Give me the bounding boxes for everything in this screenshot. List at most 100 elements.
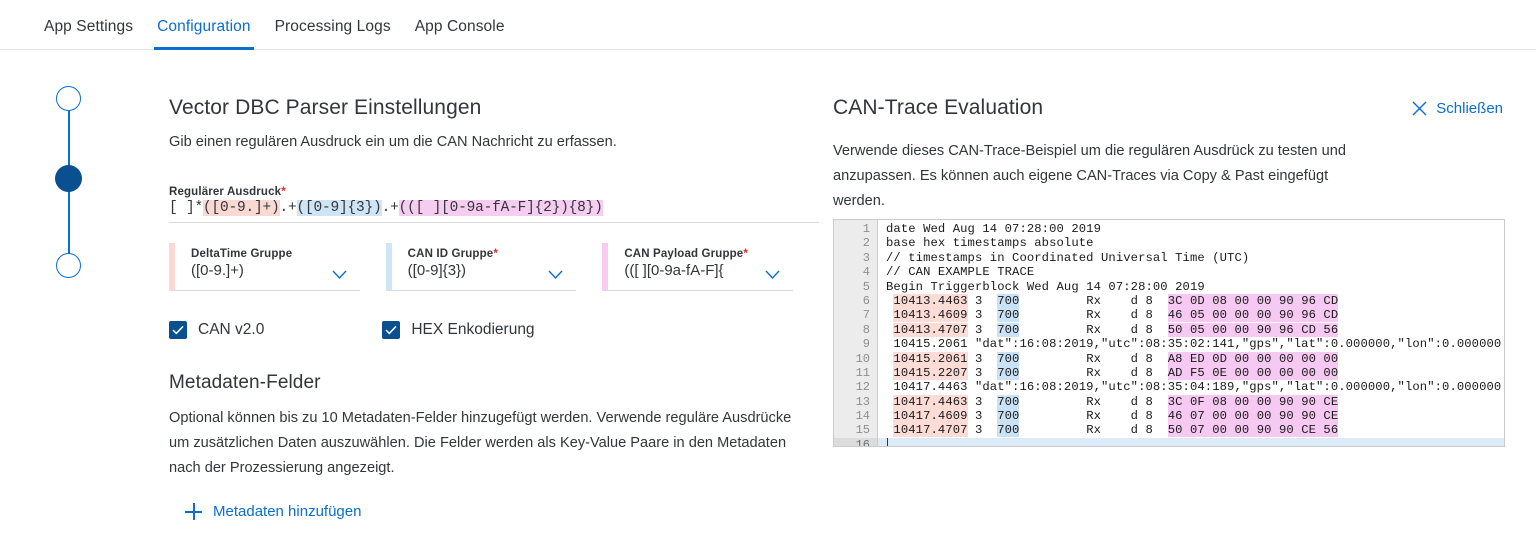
line-number: 12 bbox=[855, 380, 870, 395]
add-metadata-button[interactable]: Metadaten hinzufügen bbox=[185, 503, 819, 520]
code-line[interactable]: 10413.4707 3 700 Rx d 8 50 05 00 00 90 9… bbox=[878, 322, 1504, 337]
close-icon bbox=[1412, 101, 1427, 116]
code-line[interactable]: 10413.4609 3 700 Rx d 8 46 05 00 00 00 9… bbox=[878, 308, 1504, 323]
line-number: 13 bbox=[855, 394, 870, 409]
line-number: 7 bbox=[862, 308, 870, 323]
regex-field: Regulärer Ausdruck* [ ]*([0-9.]+).+([0-9… bbox=[169, 186, 819, 223]
code-line[interactable]: 10417.4463 "dat":16:08:2019,"utc":08:35:… bbox=[878, 380, 1504, 394]
match-group-1-timestamp: 10415.2207 bbox=[893, 365, 968, 380]
line-channel: 3 bbox=[967, 308, 998, 323]
tab-configuration[interactable]: Configuration bbox=[145, 18, 263, 50]
dropdown-value: (([ ][0-9a-fA-F]{ bbox=[624, 262, 724, 279]
can-trace-title: CAN-Trace Evaluation bbox=[833, 96, 1044, 119]
line-direction-dlc: Rx d 8 bbox=[1019, 351, 1168, 366]
text-cursor bbox=[887, 437, 888, 446]
dropdown-label: CAN ID Gruppe* bbox=[407, 248, 498, 260]
stepper-step-2-active[interactable] bbox=[55, 165, 82, 192]
can-trace-editor[interactable]: 1 2 3 4 5 6 7 8 9 10 11 12 13 14 15 16 date Wed Aug 14 … bbox=[833, 219, 1505, 447]
code-line[interactable]: 10415.2061 3 700 Rx d 8 A8 ED 0D 00 00 0… bbox=[878, 351, 1504, 366]
panel-title: Vector DBC Parser Einstellungen bbox=[169, 96, 482, 119]
code-line[interactable]: 10415.2207 3 700 Rx d 8 AD F5 0E 00 00 0… bbox=[878, 365, 1504, 380]
close-label: Schließen bbox=[1436, 100, 1503, 117]
code-line[interactable]: 10415.2061 "dat":16:08:2019,"utc":08:35:… bbox=[878, 337, 1504, 351]
required-marker: * bbox=[281, 186, 286, 198]
add-metadata-label: Metadaten hinzufügen bbox=[213, 503, 362, 520]
code-line[interactable]: 10417.4609 3 700 Rx d 8 46 07 00 00 00 9… bbox=[878, 409, 1504, 424]
regex-group-3: (([ ][0-9a-fA-F]{2}){8}) bbox=[398, 200, 603, 216]
can-trace-description: Verwende dieses CAN-Trace-Beispiel um di… bbox=[833, 143, 1346, 209]
plus-icon bbox=[185, 503, 202, 520]
line-number: 6 bbox=[862, 293, 870, 308]
dropdown-1[interactable]: DeltaTime Gruppe ([0-9.]+) bbox=[169, 243, 360, 291]
match-group-1-timestamp: 10413.4707 bbox=[893, 322, 968, 337]
line-number: 1 bbox=[862, 222, 870, 236]
line-channel: 3 bbox=[967, 322, 998, 337]
code-line[interactable]: 10413.4463 3 700 Rx d 8 3C 0D 08 00 00 9… bbox=[878, 293, 1504, 308]
match-group-3-payload: 50 05 00 00 90 96 CD 56 bbox=[1167, 322, 1339, 337]
dropdown-3[interactable]: CAN Payload Gruppe* (([ ][0-9a-fA-F]{ bbox=[602, 243, 794, 291]
code-line[interactable]: // CAN EXAMPLE TRACE bbox=[878, 265, 1504, 279]
match-group-1-timestamp: 10417.4609 bbox=[893, 409, 968, 424]
code-line[interactable]: 10417.4707 3 700 Rx d 8 50 07 00 00 90 9… bbox=[878, 423, 1504, 438]
check-icon bbox=[172, 325, 184, 335]
metadata-description: Optional können bis zu 10 Metadaten-Feld… bbox=[169, 410, 792, 476]
checkbox-hex-enkodierung[interactable]: HEX Enkodierung bbox=[382, 321, 535, 339]
parser-settings-panel: Vector DBC Parser Einstellungen Gib eine… bbox=[169, 96, 819, 520]
line-number: 15 bbox=[855, 423, 870, 438]
check-icon bbox=[385, 325, 397, 335]
line-channel: 3 bbox=[967, 365, 998, 380]
wizard-stepper bbox=[55, 86, 82, 286]
line-number: 16 bbox=[834, 437, 877, 446]
line-channel: 3 bbox=[967, 293, 998, 308]
dropdown-label: CAN Payload Gruppe* bbox=[624, 248, 748, 260]
required-marker: * bbox=[493, 248, 498, 260]
editor-line-numbers: 1 2 3 4 5 6 7 8 9 10 11 12 13 14 15 16 bbox=[834, 220, 878, 446]
match-group-1-timestamp: 10417.4463 bbox=[893, 394, 968, 409]
stepper-step-1[interactable] bbox=[56, 86, 81, 111]
line-number: 3 bbox=[862, 250, 870, 265]
can-trace-header: CAN-Trace Evaluation Schließen bbox=[833, 96, 1503, 130]
configuration-page: App Settings Configuration Processing Logs… bbox=[0, 0, 1536, 552]
can-trace-panel: CAN-Trace Evaluation Schließen Verwende … bbox=[833, 96, 1503, 214]
tab-app-console[interactable]: App Console bbox=[403, 18, 517, 49]
code-line[interactable]: Begin Triggerblock Wed Aug 14 07:28:00 2… bbox=[878, 280, 1504, 294]
line-channel: 3 bbox=[967, 409, 998, 424]
code-line[interactable] bbox=[878, 437, 1504, 446]
regex-input[interactable]: [ ]*([0-9.]+).+([0-9]{3}).+(([ ][0-9a-fA… bbox=[169, 199, 819, 223]
match-group-2-canid: 700 bbox=[997, 322, 1020, 337]
line-channel: 3 bbox=[967, 423, 998, 438]
options-checkbox-row: CAN v2.0 HEX Enkodierung bbox=[169, 321, 819, 339]
chevron-down-icon bbox=[332, 270, 347, 279]
checkbox-can-v2-0[interactable]: CAN v2.0 bbox=[169, 321, 264, 339]
match-group-2-canid: 700 bbox=[997, 293, 1020, 308]
code-line[interactable]: 10417.4463 3 700 Rx d 8 3C 0F 08 00 00 9… bbox=[878, 394, 1504, 409]
line-channel: 3 bbox=[967, 351, 998, 366]
line-number: 2 bbox=[862, 236, 870, 251]
dropdown-2[interactable]: CAN ID Gruppe* ([0-9]{3}) bbox=[385, 243, 577, 291]
tab-app-settings[interactable]: App Settings bbox=[32, 18, 145, 49]
code-line[interactable]: date Wed Aug 14 07:28:00 2019 bbox=[878, 222, 1504, 236]
match-group-2-canid: 700 bbox=[997, 423, 1020, 438]
match-group-1-timestamp: 10413.4609 bbox=[893, 308, 968, 323]
checkbox-box[interactable] bbox=[169, 321, 187, 339]
dropdown-value: ([0-9.]+) bbox=[191, 262, 244, 279]
match-group-3-payload: 46 07 00 00 00 90 90 CE bbox=[1167, 409, 1339, 424]
editor-content[interactable]: date Wed Aug 14 07:28:00 2019 base hex ti… bbox=[878, 220, 1504, 446]
line-number: 5 bbox=[862, 279, 870, 294]
line-direction-dlc: Rx d 8 bbox=[1019, 409, 1168, 424]
regex-group-2: ([0-9]{3}) bbox=[296, 200, 382, 216]
stepper-step-3[interactable] bbox=[56, 253, 81, 278]
code-line[interactable]: // timestamps in Coordinated Universal T… bbox=[878, 251, 1504, 265]
code-line[interactable]: base hex timestamps absolute bbox=[878, 236, 1504, 250]
line-number: 8 bbox=[862, 322, 870, 337]
match-group-2-canid: 700 bbox=[997, 394, 1020, 409]
regex-sep-1: .+ bbox=[279, 200, 297, 216]
match-group-1-timestamp: 10413.4463 bbox=[893, 293, 968, 308]
match-group-3-payload: 46 05 00 00 00 90 96 CD bbox=[1167, 308, 1339, 323]
line-direction-dlc: Rx d 8 bbox=[1019, 365, 1168, 380]
tab-processing-logs[interactable]: Processing Logs bbox=[263, 18, 403, 49]
match-group-2-canid: 700 bbox=[997, 351, 1020, 366]
checkbox-box[interactable] bbox=[382, 321, 401, 339]
close-button[interactable]: Schließen bbox=[1412, 100, 1503, 117]
tab-list: App Settings Configuration Processing Logs… bbox=[0, 0, 1536, 50]
